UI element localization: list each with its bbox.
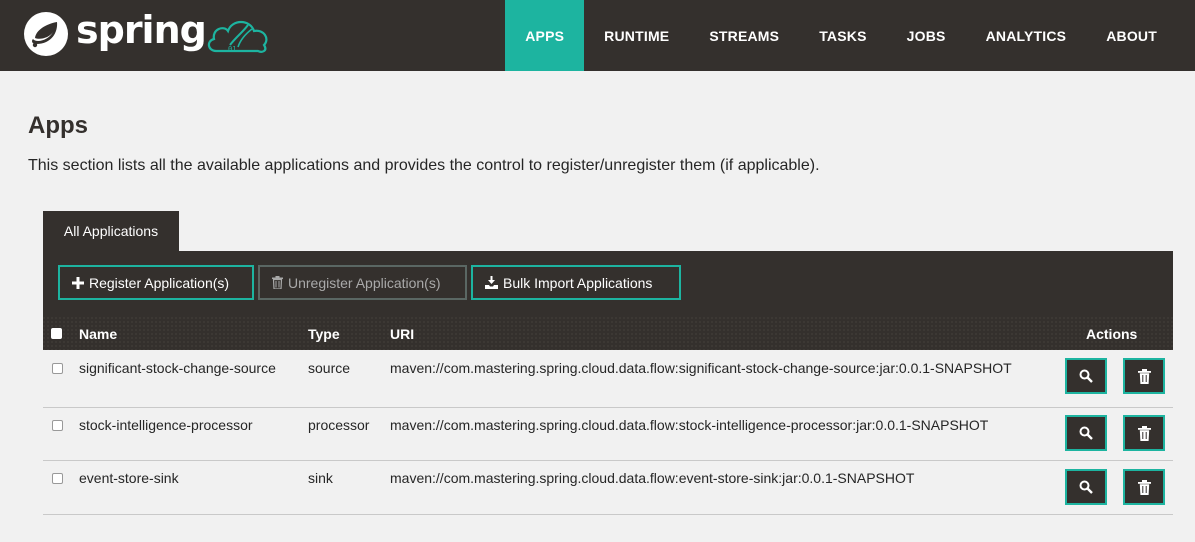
details-button[interactable]	[1065, 469, 1107, 505]
table-row: event-store-sink sink maven://com.master…	[43, 461, 1173, 515]
trash-icon	[1137, 479, 1151, 495]
details-button[interactable]	[1065, 415, 1107, 451]
row-checkbox[interactable]	[52, 420, 63, 431]
app-type: source	[308, 360, 351, 376]
spring-leaf-icon	[24, 12, 68, 56]
row-checkbox[interactable]	[52, 473, 63, 484]
page-description: This section lists all the available app…	[28, 157, 820, 174]
row-checkbox[interactable]	[52, 363, 63, 374]
app-type: processor	[308, 417, 370, 433]
table-row: stock-intelligence-processor processor m…	[43, 408, 1173, 461]
main-nav: APPS RUNTIME STREAMS TASKS JOBS ANALYTIC…	[505, 0, 1177, 71]
select-all-cell	[51, 317, 62, 350]
search-icon	[1079, 369, 1093, 383]
app-uri: maven://com.mastering.spring.cloud.data.…	[390, 360, 1012, 376]
apps-toolbar: Register Application(s) Unregister Appli…	[43, 251, 1173, 317]
app-uri: maven://com.mastering.spring.cloud.data.…	[390, 417, 989, 433]
register-application-button[interactable]: Register Application(s)	[58, 265, 254, 300]
app-name: significant-stock-change-source	[79, 360, 276, 376]
select-all-checkbox[interactable]	[51, 328, 62, 339]
app-uri: maven://com.mastering.spring.cloud.data.…	[390, 470, 915, 486]
plus-icon	[72, 276, 84, 289]
app-name: event-store-sink	[79, 470, 179, 486]
brand-logo[interactable]: spring 01	[22, 6, 274, 62]
nav-runtime[interactable]: RUNTIME	[584, 0, 689, 71]
nav-streams[interactable]: STREAMS	[689, 0, 799, 71]
top-navbar: spring 01 APPS RUNTIME STREAMS TASKS JOB…	[0, 0, 1195, 71]
nav-tasks[interactable]: TASKS	[799, 0, 886, 71]
table-header: Name Type URI Actions	[43, 317, 1173, 350]
column-header-uri[interactable]: URI	[390, 317, 414, 350]
delete-button[interactable]	[1123, 415, 1165, 451]
search-icon	[1079, 426, 1093, 440]
svg-text:01: 01	[228, 45, 236, 53]
unregister-application-button[interactable]: Unregister Application(s)	[258, 265, 467, 300]
nav-about[interactable]: ABOUT	[1086, 0, 1177, 71]
register-application-label: Register Application(s)	[89, 274, 230, 291]
delete-button[interactable]	[1123, 358, 1165, 394]
bulk-import-label: Bulk Import Applications	[503, 274, 653, 291]
cloud-data-flow-icon: 01	[207, 20, 268, 53]
unregister-application-label: Unregister Application(s)	[288, 274, 441, 291]
delete-button[interactable]	[1123, 469, 1165, 505]
column-header-actions: Actions	[1086, 325, 1138, 342]
nav-apps[interactable]: APPS	[505, 0, 585, 71]
column-header-type[interactable]: Type	[308, 317, 340, 350]
search-icon	[1079, 480, 1093, 494]
trash-icon	[1137, 368, 1151, 384]
tab-all-applications[interactable]: All Applications	[43, 211, 179, 251]
bulk-import-button[interactable]: Bulk Import Applications	[471, 265, 681, 300]
brand-name: spring	[76, 8, 207, 52]
app-type: sink	[308, 470, 333, 486]
details-button[interactable]	[1065, 358, 1107, 394]
import-icon	[485, 276, 498, 289]
column-header-name[interactable]: Name	[79, 317, 117, 350]
trash-icon	[272, 276, 283, 289]
page-title: Apps	[28, 112, 88, 139]
nav-analytics[interactable]: ANALYTICS	[966, 0, 1087, 71]
table-row: significant-stock-change-source source m…	[43, 350, 1173, 408]
app-name: stock-intelligence-processor	[79, 417, 253, 433]
nav-jobs[interactable]: JOBS	[887, 0, 966, 71]
trash-icon	[1137, 425, 1151, 441]
